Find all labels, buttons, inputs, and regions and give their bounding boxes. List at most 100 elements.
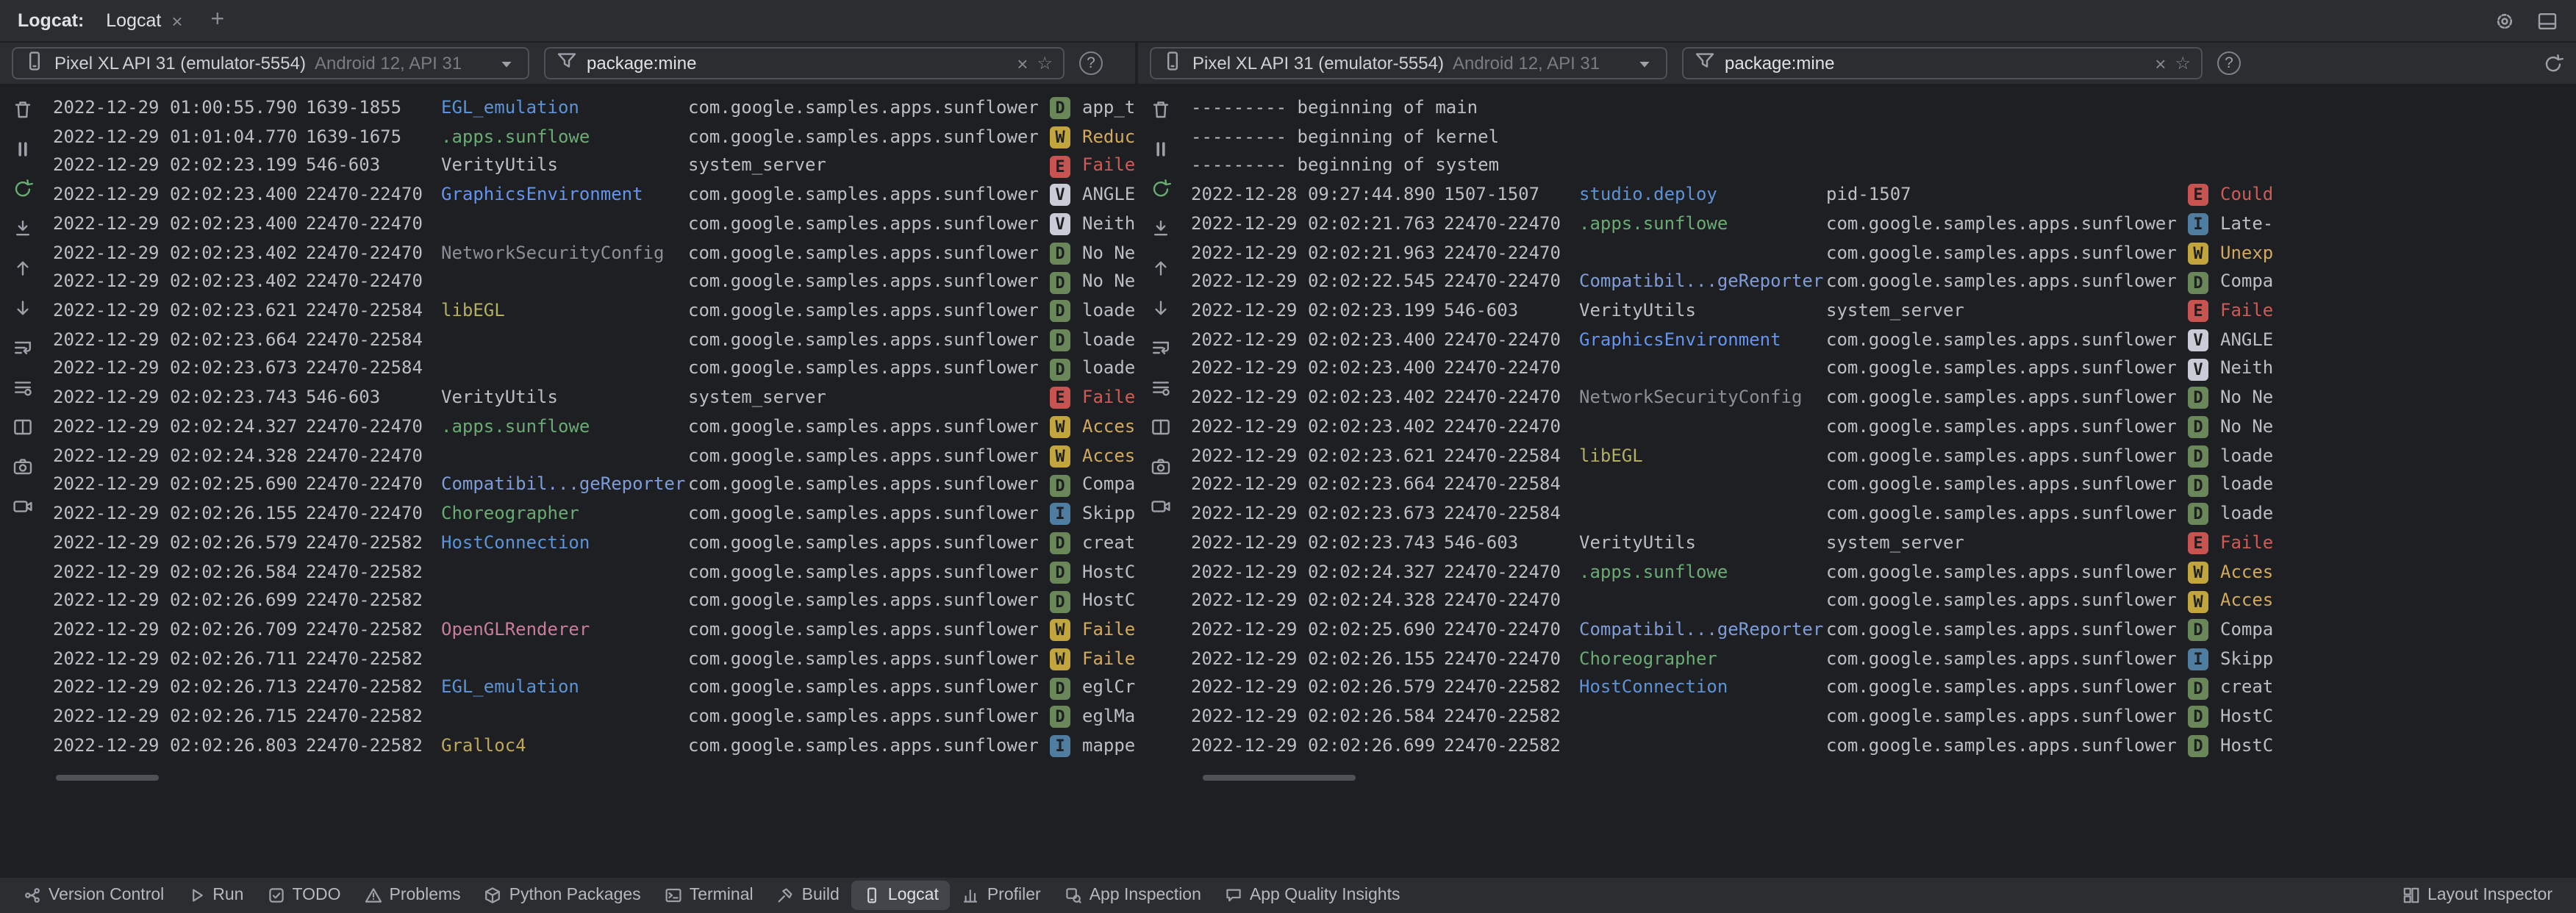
log-row[interactable]: 2022-12-29 02:02:23.402 22470-22470 Networ… <box>53 239 1135 268</box>
log-row[interactable]: 2022-12-29 02:02:25.690 22470-22470 Compat… <box>53 471 1135 500</box>
favorite-star-icon[interactable]: ☆ <box>2175 54 2191 72</box>
log-row[interactable]: 2022-12-29 02:02:24.327 22470-22470 .apps.… <box>53 413 1135 442</box>
split-panels-icon[interactable] <box>1149 416 1171 438</box>
log-row[interactable]: 2022-12-29 02:02:23.402 22470-22470 Networ… <box>1191 384 2576 412</box>
configure-logcat-icon[interactable] <box>1149 376 1171 398</box>
log-row[interactable]: 2022-12-29 02:02:26.699 22470-22582 com.go… <box>1191 732 2576 761</box>
log-row[interactable]: 2022-12-29 02:02:24.328 22470-22470 com.go… <box>1191 587 2576 615</box>
status-item-app-inspection[interactable]: App Inspection <box>1053 881 1213 910</box>
refresh-icon[interactable] <box>2542 52 2564 74</box>
log-row[interactable]: 2022-12-29 02:02:26.711 22470-22582 com.go… <box>53 645 1135 673</box>
status-item-run[interactable]: Run <box>176 881 255 910</box>
screen-record-icon[interactable] <box>11 495 33 518</box>
log-row[interactable]: 2022-12-29 02:02:23.402 22470-22470 com.go… <box>53 268 1135 297</box>
log-row[interactable]: 2022-12-29 02:02:22.545 22470-22470 Compat… <box>1191 268 2576 297</box>
log-row[interactable]: 2022-12-29 02:02:26.155 22470-22470 Choreo… <box>1191 645 2576 673</box>
log-row[interactable]: 2022-12-29 02:02:23.621 22470-22584 libEGL… <box>53 297 1135 326</box>
log-row[interactable]: 2022-12-29 02:02:26.584 22470-22582 com.go… <box>1191 703 2576 731</box>
horizontal-scrollbar[interactable] <box>1203 775 1356 781</box>
log-row[interactable]: 2022-12-29 02:02:26.155 22470-22470 Choreo… <box>53 500 1135 529</box>
log-row[interactable]: 2022-12-28 09:27:44.890 1507-1507 studio.d… <box>1191 181 2576 210</box>
log-row[interactable]: 2022-12-29 02:02:24.327 22470-22470 .apps.… <box>1191 558 2576 587</box>
pause-logcat-icon[interactable] <box>1149 138 1171 160</box>
status-item-app-quality-insights[interactable]: App Quality Insights <box>1213 881 1412 910</box>
log-row[interactable]: 2022-12-29 02:02:23.743 546-603 VerityUtil… <box>53 384 1135 412</box>
log-row[interactable]: 2022-12-29 02:02:23.400 22470-22470 com.go… <box>1191 355 2576 384</box>
log-row[interactable]: 2022-12-29 02:02:21.763 22470-22470 .apps.… <box>1191 210 2576 239</box>
clear-logcat-icon[interactable] <box>1149 99 1171 121</box>
log-row[interactable]: 2022-12-29 02:02:23.673 22470-22584 com.go… <box>53 355 1135 384</box>
filter-field[interactable]: × ☆ <box>544 47 1065 79</box>
device-selector[interactable]: Pixel XL API 31 (emulator-5554) Android … <box>12 47 529 79</box>
close-icon[interactable]: × <box>171 11 182 30</box>
log-row[interactable]: 2022-12-29 02:02:26.715 22470-22582 com.go… <box>53 703 1135 731</box>
horizontal-scrollbar[interactable] <box>56 775 159 781</box>
panel-layout-icon[interactable] <box>2536 10 2558 32</box>
soft-wrap-icon[interactable] <box>1149 337 1171 359</box>
status-item-profiler[interactable]: Profiler <box>951 881 1053 910</box>
restart-logcat-icon[interactable] <box>11 178 33 200</box>
previous-occurrence-icon[interactable] <box>1149 257 1171 279</box>
previous-occurrence-icon[interactable] <box>11 257 33 279</box>
log-row[interactable]: 2022-12-29 02:02:23.664 22470-22584 com.go… <box>1191 471 2576 500</box>
next-occurrence-icon[interactable] <box>1149 297 1171 319</box>
status-item-logcat[interactable]: Logcat <box>851 881 951 910</box>
clear-logcat-icon[interactable] <box>11 99 33 121</box>
log-row[interactable]: 2022-12-29 02:02:23.743 546-603 VerityUtil… <box>1191 529 2576 558</box>
log-row[interactable]: 2022-12-29 02:02:23.400 22470-22470 Graphi… <box>1191 326 2576 355</box>
device-selector[interactable]: Pixel XL API 31 (emulator-5554) Android … <box>1150 47 1667 79</box>
configure-logcat-icon[interactable] <box>11 376 33 398</box>
log-row[interactable]: 2022-12-29 02:02:26.713 22470-22582 EGL_em… <box>53 674 1135 703</box>
filter-input[interactable] <box>587 53 1009 74</box>
status-item-python-packages[interactable]: Python Packages <box>473 881 653 910</box>
scroll-to-end-icon[interactable] <box>11 218 33 240</box>
log-row[interactable]: 2022-12-29 02:02:23.664 22470-22584 com.go… <box>53 326 1135 355</box>
screenshot-icon[interactable] <box>1149 456 1171 478</box>
log-row[interactable]: --------- beginning of main <box>1191 94 2576 123</box>
log-row[interactable]: --------- beginning of kernel <box>1191 123 2576 151</box>
log-row[interactable]: 2022-12-29 02:02:23.199 546-603 VerityUtil… <box>1191 297 2576 326</box>
help-icon[interactable]: ? <box>1079 51 1103 75</box>
add-tab-button[interactable]: + <box>196 8 240 32</box>
log-row[interactable]: 2022-12-29 01:01:04.770 1639-1675 .apps.su… <box>53 123 1135 151</box>
filter-input[interactable] <box>1725 53 2147 74</box>
status-item-problems[interactable]: Problems <box>353 881 473 910</box>
log-row[interactable]: 2022-12-29 02:02:21.963 22470-22470 com.go… <box>1191 239 2576 268</box>
status-item-version-control[interactable]: Version Control <box>12 881 176 910</box>
log-row[interactable]: 2022-12-29 02:02:26.579 22470-22582 HostCo… <box>53 529 1135 558</box>
clear-filter-icon[interactable]: × <box>2155 54 2166 73</box>
gear-icon[interactable] <box>2494 10 2516 32</box>
favorite-star-icon[interactable]: ☆ <box>1037 54 1053 72</box>
tab-logcat[interactable]: Logcat × <box>93 0 196 41</box>
log-row[interactable]: 2022-12-29 02:02:26.699 22470-22582 com.go… <box>53 587 1135 615</box>
log-row[interactable]: --------- beginning of system <box>1191 152 2576 181</box>
log-row[interactable]: 2022-12-29 02:02:23.621 22470-22584 libEGL… <box>1191 442 2576 470</box>
status-item-layout-inspector[interactable]: Layout Inspector <box>2391 881 2564 910</box>
log-view[interactable]: --------- beginning of main --------- beg… <box>1182 85 2576 876</box>
log-row[interactable]: 2022-12-29 01:00:55.790 1639-1855 EGL_emul… <box>53 94 1135 123</box>
clear-filter-icon[interactable]: × <box>1017 54 1028 73</box>
log-row[interactable]: 2022-12-29 02:02:25.690 22470-22470 Compat… <box>1191 616 2576 645</box>
log-row[interactable]: 2022-12-29 02:02:23.199 546-603 VerityUtil… <box>53 152 1135 181</box>
log-row[interactable]: 2022-12-29 02:02:24.328 22470-22470 com.go… <box>53 442 1135 470</box>
log-view[interactable]: 2022-12-29 01:00:55.790 1639-1855 EGL_emul… <box>44 85 1135 876</box>
filter-field[interactable]: × ☆ <box>1682 47 2203 79</box>
log-row[interactable]: 2022-12-29 02:02:26.579 22470-22582 HostCo… <box>1191 674 2576 703</box>
pause-logcat-icon[interactable] <box>11 138 33 160</box>
status-item-todo[interactable]: TODO <box>255 881 352 910</box>
log-row[interactable]: 2022-12-29 02:02:26.709 22470-22582 OpenGL… <box>53 616 1135 645</box>
status-item-build[interactable]: Build <box>765 881 851 910</box>
log-row[interactable]: 2022-12-29 02:02:26.803 22470-22582 Grallo… <box>53 732 1135 761</box>
status-item-terminal[interactable]: Terminal <box>653 881 765 910</box>
scroll-to-end-icon[interactable] <box>1149 218 1171 240</box>
screenshot-icon[interactable] <box>11 456 33 478</box>
log-row[interactable]: 2022-12-29 02:02:23.400 22470-22470 Graphi… <box>53 181 1135 210</box>
restart-logcat-icon[interactable] <box>1149 178 1171 200</box>
soft-wrap-icon[interactable] <box>11 337 33 359</box>
split-panels-icon[interactable] <box>11 416 33 438</box>
screen-record-icon[interactable] <box>1149 495 1171 518</box>
log-row[interactable]: 2022-12-29 02:02:26.584 22470-22582 com.go… <box>53 558 1135 587</box>
log-row[interactable]: 2022-12-29 02:02:23.673 22470-22584 com.go… <box>1191 500 2576 529</box>
log-row[interactable]: 2022-12-29 02:02:23.402 22470-22470 com.go… <box>1191 413 2576 442</box>
help-icon[interactable]: ? <box>2217 51 2241 75</box>
